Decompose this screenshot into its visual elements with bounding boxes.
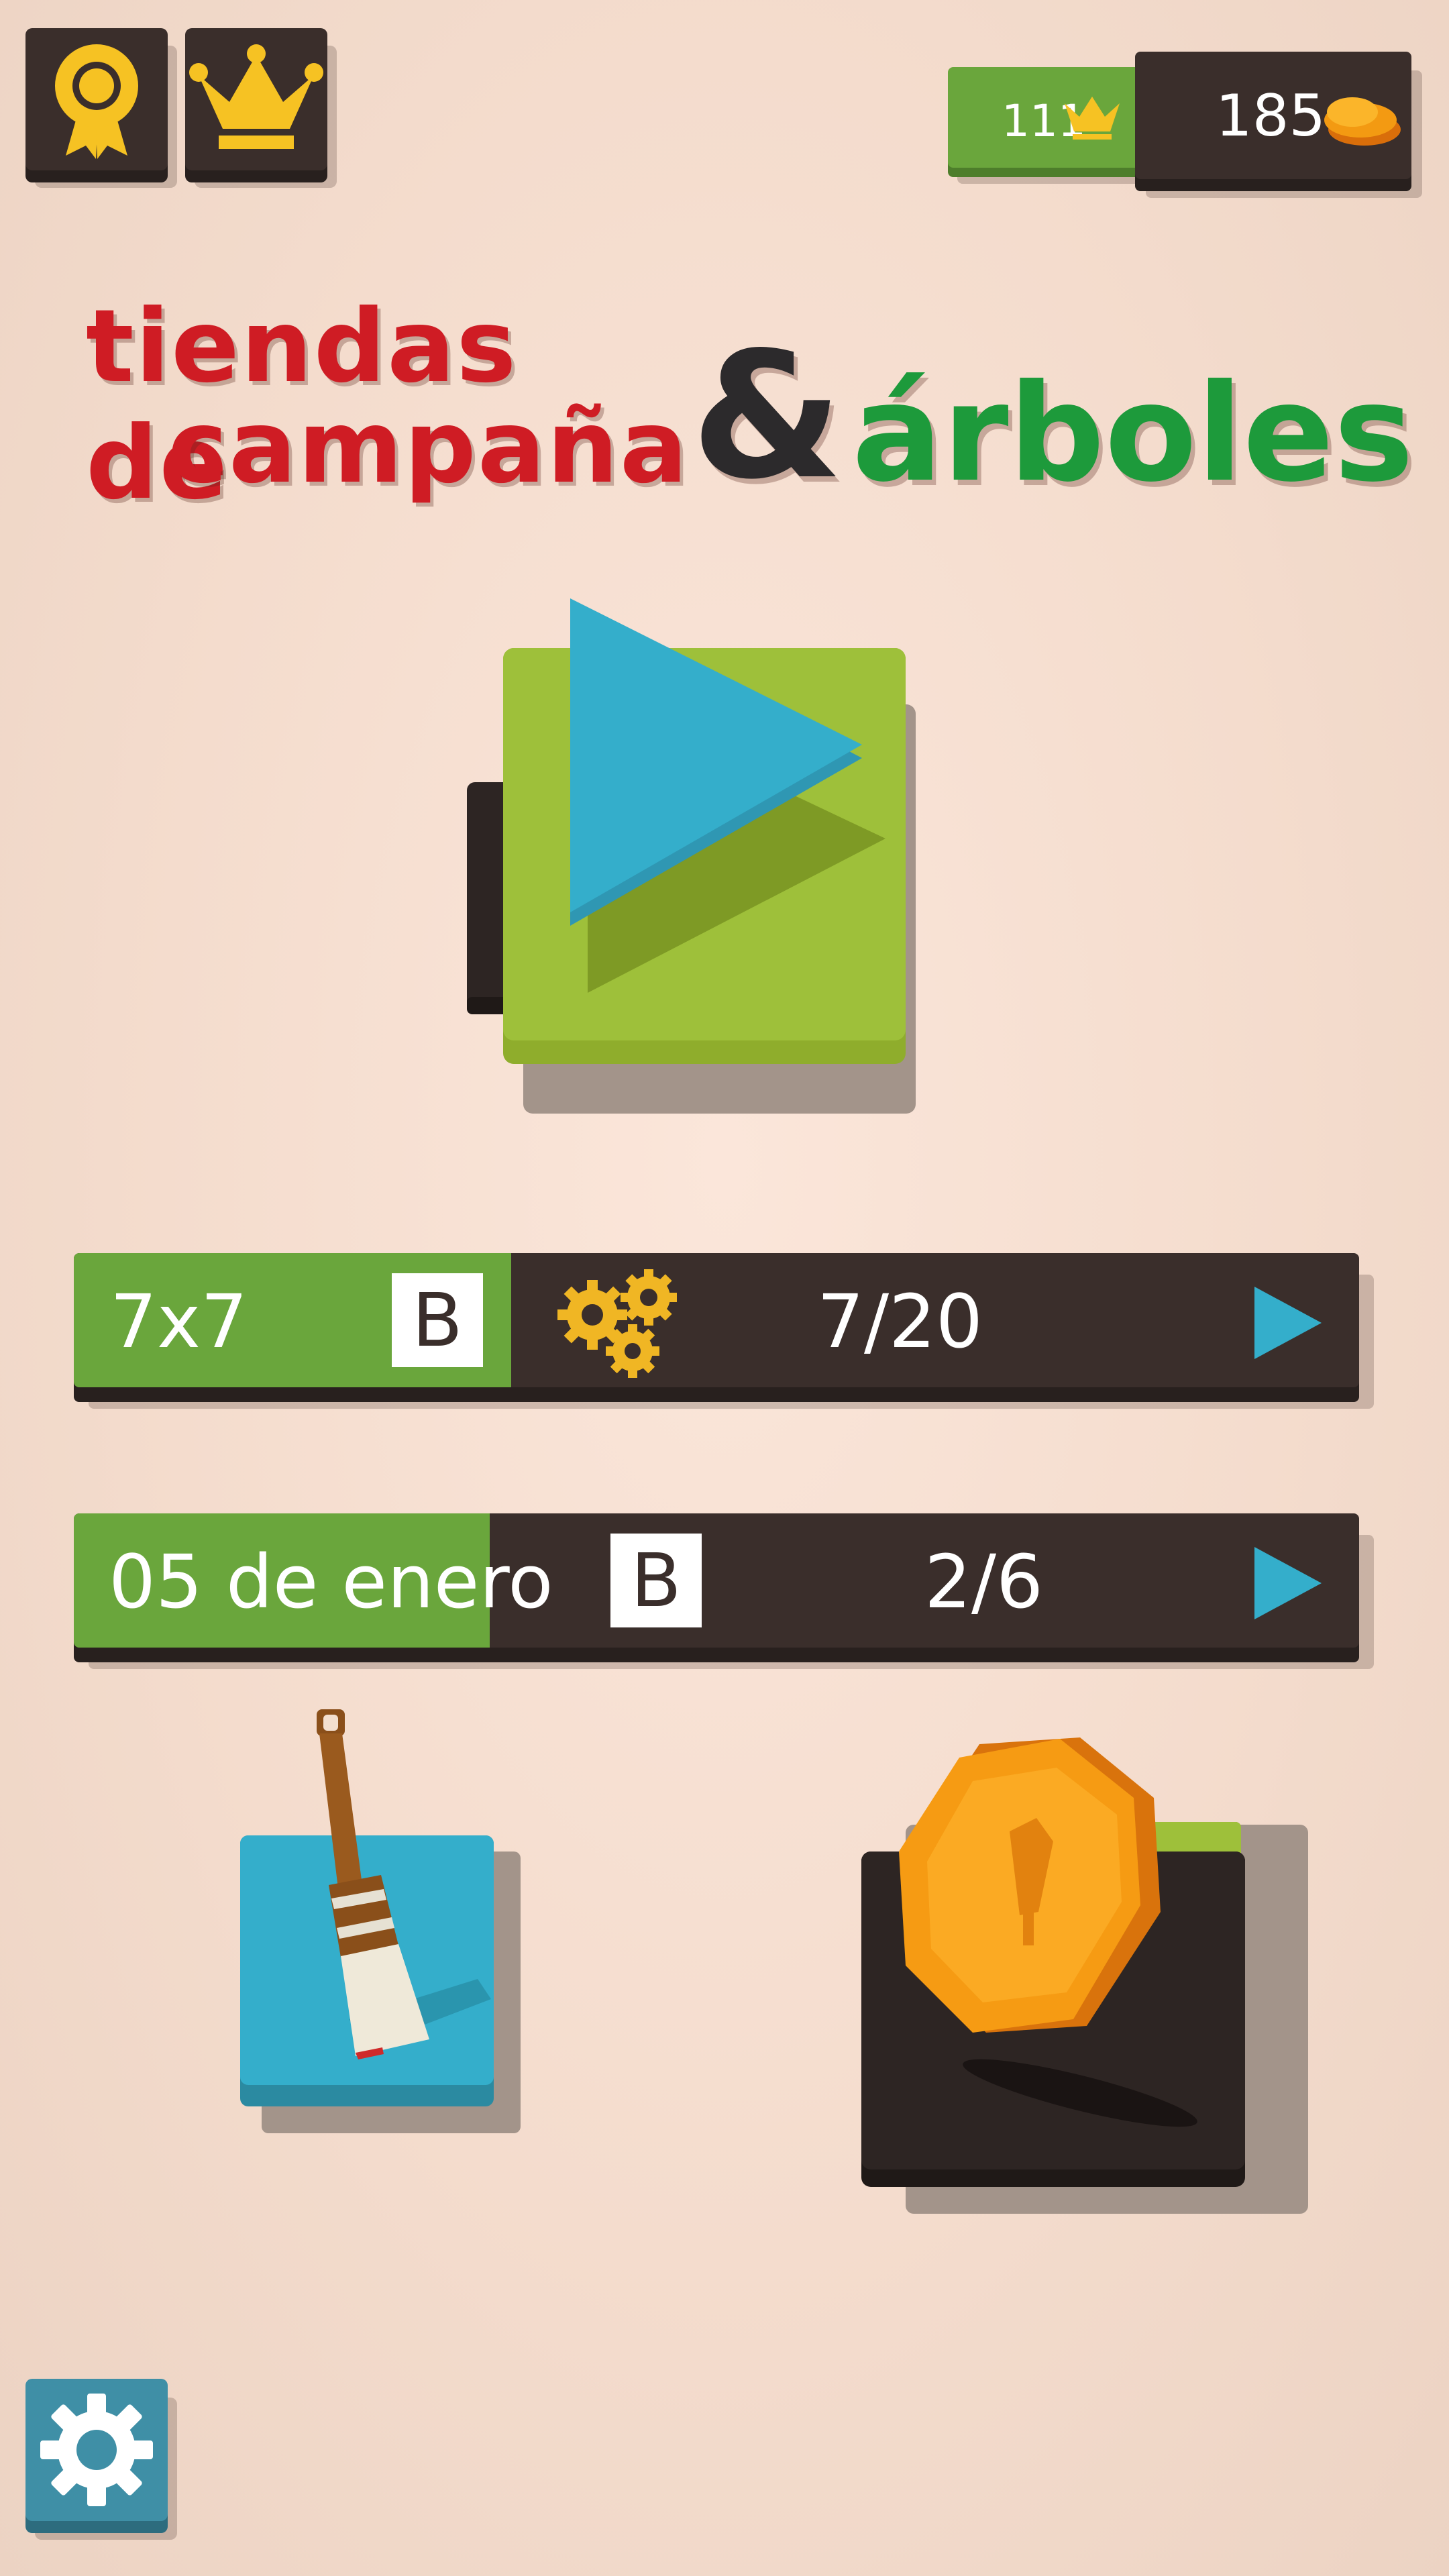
play-arrow-icon: [1254, 1287, 1322, 1359]
leaderboard-button[interactable]: [185, 28, 327, 170]
coin-counter: 185: [1135, 52, 1411, 179]
play-button[interactable]: [456, 590, 993, 1140]
shop-button[interactable]: [859, 1731, 1315, 2214]
level-grade-badge: B: [392, 1273, 483, 1367]
settings-button[interactable]: [25, 2379, 168, 2521]
title-line-2: campaña: [168, 389, 690, 506]
play-arrow-icon: [1254, 1547, 1322, 1619]
level-size-label: 7x7: [110, 1279, 248, 1364]
theme-button[interactable]: [228, 1704, 537, 2133]
daily-grade-badge: B: [610, 1534, 702, 1627]
daily-progress-text: 2/6: [924, 1539, 1044, 1625]
crown-counter: 111: [948, 67, 1149, 168]
daily-date-label: 05 de enero: [109, 1539, 553, 1625]
coin-icon: [861, 1737, 1308, 2214]
title-word-3: árboles: [852, 356, 1414, 512]
level-bar[interactable]: 7x7 B 7/20: [74, 1253, 1359, 1387]
ribbon-award-icon: [55, 44, 138, 159]
level-progress-text: 7/20: [817, 1279, 983, 1364]
crown-icon: [189, 44, 323, 149]
crown-icon: [1065, 97, 1120, 140]
paintbrush-icon: [240, 1709, 521, 2133]
gears-icon: [557, 1269, 677, 1378]
achievements-button[interactable]: [25, 28, 168, 170]
title-ampersand: &: [691, 315, 843, 518]
daily-puzzle-bar[interactable]: 05 de enero B 2/6: [74, 1513, 1359, 1648]
gear-icon: [40, 2394, 153, 2506]
play-icon: [467, 598, 916, 1114]
coin-stack-icon: [1324, 97, 1401, 146]
coin-count-value: 185: [1216, 83, 1326, 150]
